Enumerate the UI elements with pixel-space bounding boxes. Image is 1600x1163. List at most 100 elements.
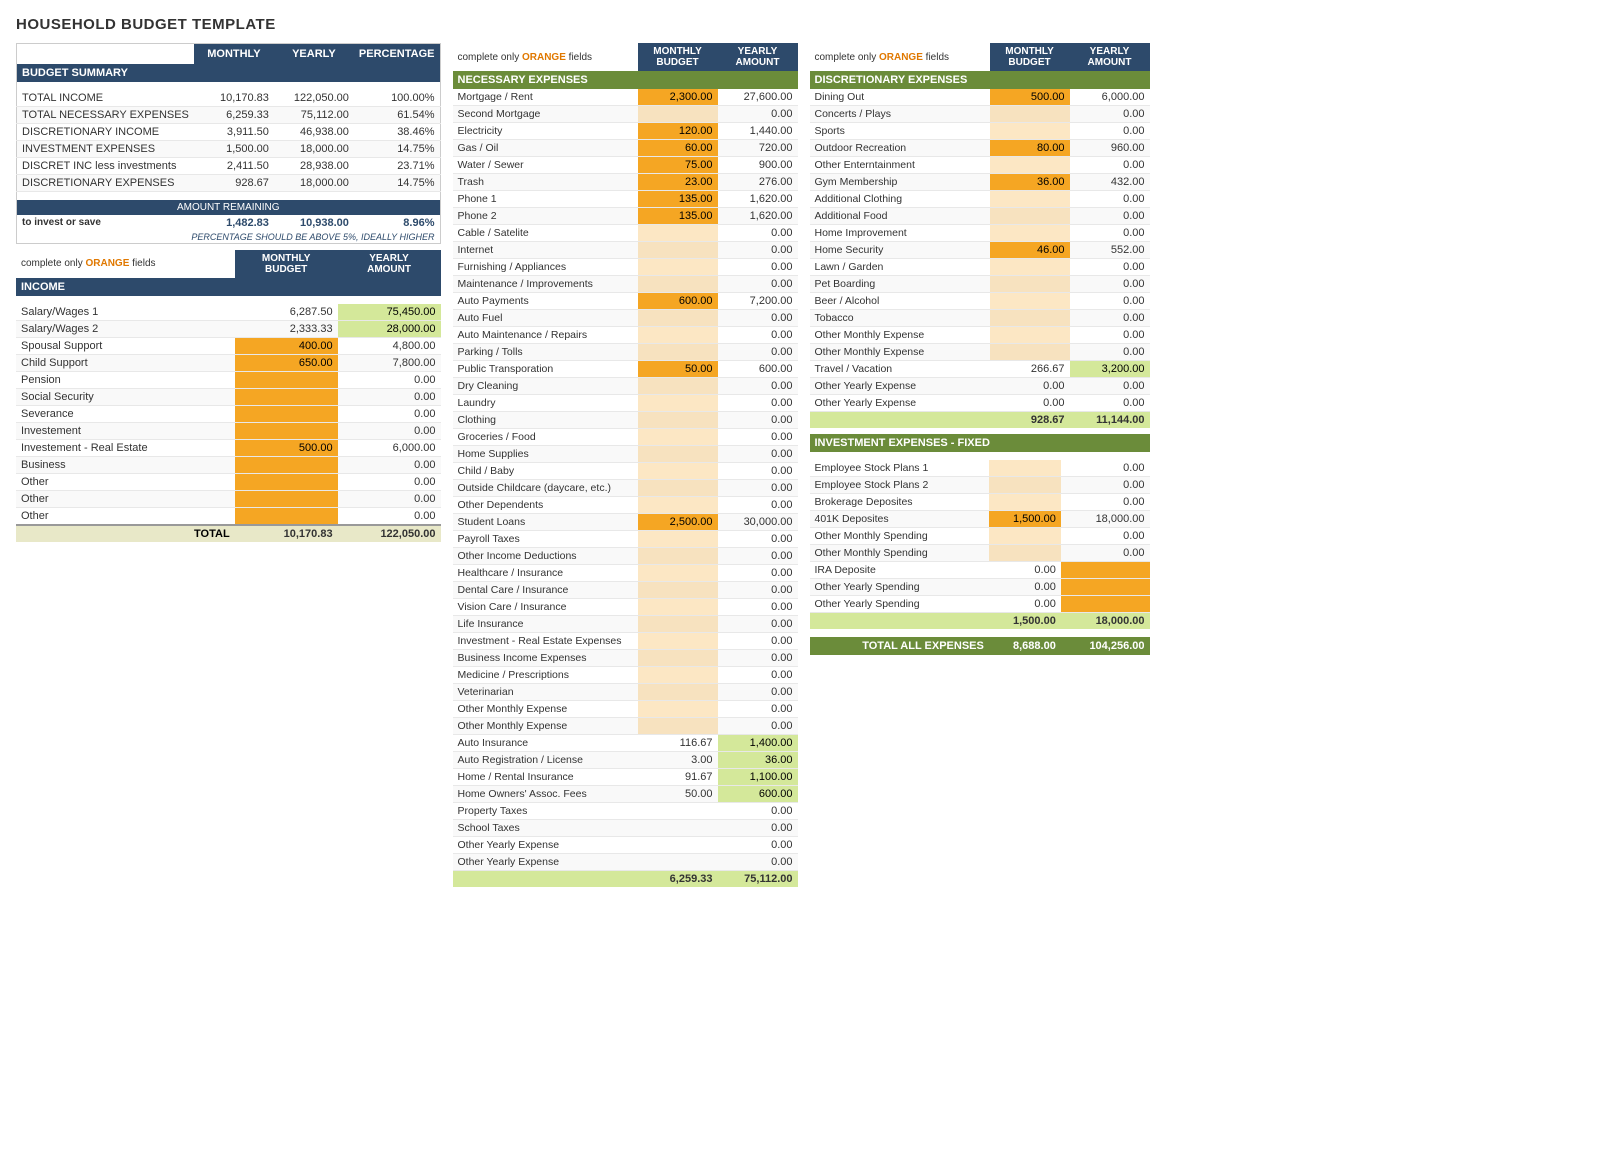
income-row-yearly: 0.00 <box>338 422 441 439</box>
nec-row-label: Internet <box>453 242 638 259</box>
nec-row-yearly: 1,100.00 <box>718 769 798 786</box>
nec-row-monthly <box>638 429 718 446</box>
inv-row: Other Yearly Spending0.00 <box>810 596 1150 613</box>
disc-row-monthly <box>990 123 1070 140</box>
disc-row: Other Monthly Expense 0.00 <box>810 344 1150 361</box>
inv-row-monthly <box>989 477 1061 494</box>
necessary-row: Groceries / Food0.00 <box>453 429 798 446</box>
nec-row-yearly: 0.00 <box>718 276 798 293</box>
necessary-row: Internet 0.00 <box>453 242 798 259</box>
nec-row-monthly <box>638 633 718 650</box>
necessary-row: Water / Sewer75.00900.00 <box>453 157 798 174</box>
nec-row-label: Electricity <box>453 123 638 140</box>
nec-row-yearly: 0.00 <box>718 327 798 344</box>
income-row: Pension0.00 <box>16 371 441 388</box>
total-income-pct: 100.00% <box>354 90 440 107</box>
nec-amount-header: YEARLYAMOUNT <box>718 43 798 71</box>
nec-row-label: Business Income Expenses <box>453 650 638 667</box>
necessary-row: Trash23.00276.00 <box>453 174 798 191</box>
nec-row-label: Other Monthly Expense <box>453 701 638 718</box>
income-total-monthly: 10,170.83 <box>235 525 338 542</box>
disc-orange-note: complete only ORANGE fields <box>810 43 990 71</box>
disc-row-yearly: 0.00 <box>1070 276 1150 293</box>
necessary-row: School Taxes0.00 <box>453 820 798 837</box>
necessary-row: Electricity120.001,440.00 <box>453 123 798 140</box>
left-yearly-header: YEARLY <box>274 44 354 65</box>
disc-row-label: Tobacco <box>810 310 990 327</box>
necessary-row: Cable / Satelite0.00 <box>453 225 798 242</box>
income-row-monthly <box>235 507 338 525</box>
nec-row-monthly: 120.00 <box>638 123 718 140</box>
disc-row-yearly: 0.00 <box>1070 225 1150 242</box>
inv-row-monthly <box>989 528 1061 545</box>
nec-row-monthly <box>638 497 718 514</box>
income-row-monthly <box>235 422 338 439</box>
necessary-row: Student Loans2,500.0030,000.00 <box>453 514 798 531</box>
nec-row-yearly: 7,200.00 <box>718 293 798 310</box>
nec-row-yearly: 0.00 <box>718 837 798 854</box>
necessary-row: Dental Care / Insurance0.00 <box>453 582 798 599</box>
nec-row-label: Second Mortgage <box>453 106 638 123</box>
disc-total-monthly: 928.67 <box>990 412 1070 429</box>
disc-row-monthly <box>990 157 1070 174</box>
necessary-row: Phone 2135.001,620.00 <box>453 208 798 225</box>
necessary-row: Property Taxes 0.00 <box>453 803 798 820</box>
disc-row-yearly: 0.00 <box>1070 395 1150 412</box>
inv-row-yearly: 0.00 <box>1061 477 1150 494</box>
nec-row-label: Auto Registration / License <box>453 752 638 769</box>
nec-row-monthly <box>638 446 718 463</box>
necessary-row: Laundry0.00 <box>453 395 798 412</box>
income-row: Spousal Support400.004,800.00 <box>16 337 441 354</box>
income-row: Severance0.00 <box>16 405 441 422</box>
disc-row-yearly: 0.00 <box>1070 208 1150 225</box>
disc-row-label: Other Monthly Expense <box>810 344 990 361</box>
nec-row-monthly <box>638 820 718 837</box>
nec-row-monthly <box>638 259 718 276</box>
disc-amount-header: YEARLYAMOUNT <box>1070 43 1150 71</box>
nec-row-label: Laundry <box>453 395 638 412</box>
disc-row-yearly: 0.00 <box>1070 157 1150 174</box>
disc-row-label: Pet Boarding <box>810 276 990 293</box>
inv-section-title: INVESTMENT EXPENSES - FIXED <box>810 434 1150 452</box>
income-row-label: Other <box>16 490 235 507</box>
necessary-row: Life Insurance0.00 <box>453 616 798 633</box>
nec-row-monthly: 2,500.00 <box>638 514 718 531</box>
disc-row-monthly <box>990 344 1070 361</box>
inv-row-yearly <box>1061 596 1150 613</box>
income-row-monthly <box>235 490 338 507</box>
income-row: Other0.00 <box>16 507 441 525</box>
right-section: complete only ORANGE fields MONTHLYBUDGE… <box>810 43 1150 655</box>
inv-row-monthly <box>989 494 1061 511</box>
inv-row-monthly <box>989 545 1061 562</box>
income-section-title: INCOME <box>16 278 441 296</box>
disc-row-monthly <box>990 276 1070 293</box>
inv-exp-label: INVESTMENT EXPENSES <box>17 141 194 158</box>
income-row-monthly: 6,287.50 <box>235 304 338 321</box>
disc-row-monthly: 500.00 <box>990 89 1070 106</box>
nec-row-monthly <box>638 106 718 123</box>
disc-row-label: Beer / Alcohol <box>810 293 990 310</box>
nec-row-yearly: 0.00 <box>718 242 798 259</box>
nec-row-label: Public Transporation <box>453 361 638 378</box>
income-row-monthly: 650.00 <box>235 354 338 371</box>
income-row-label: Business <box>16 456 235 473</box>
nec-row-monthly: 23.00 <box>638 174 718 191</box>
nec-row-label: Property Taxes <box>453 803 638 820</box>
nec-row-label: Trash <box>453 174 638 191</box>
income-row-yearly: 0.00 <box>338 388 441 405</box>
disc-row-yearly: 0.00 <box>1070 344 1150 361</box>
income-amount-header: YEARLYAMOUNT <box>338 250 441 278</box>
disc-row: Pet Boarding 0.00 <box>810 276 1150 293</box>
necessary-row: Investment - Real Estate Expenses0.00 <box>453 633 798 650</box>
disc-row-label: Other Enterntainment <box>810 157 990 174</box>
nec-row-monthly <box>638 599 718 616</box>
income-row-label: Salary/Wages 1 <box>16 304 235 321</box>
nec-orange-note: complete only ORANGE fields <box>453 43 638 71</box>
nec-row-monthly <box>638 310 718 327</box>
nec-row-yearly: 0.00 <box>718 582 798 599</box>
necessary-row: Veterinarian0.00 <box>453 684 798 701</box>
left-monthly-header: MONTHLY <box>194 44 274 65</box>
disc-row-yearly: 0.00 <box>1070 123 1150 140</box>
nec-row-yearly: 0.00 <box>718 803 798 820</box>
necessary-row: Maintenance / Improvements0.00 <box>453 276 798 293</box>
